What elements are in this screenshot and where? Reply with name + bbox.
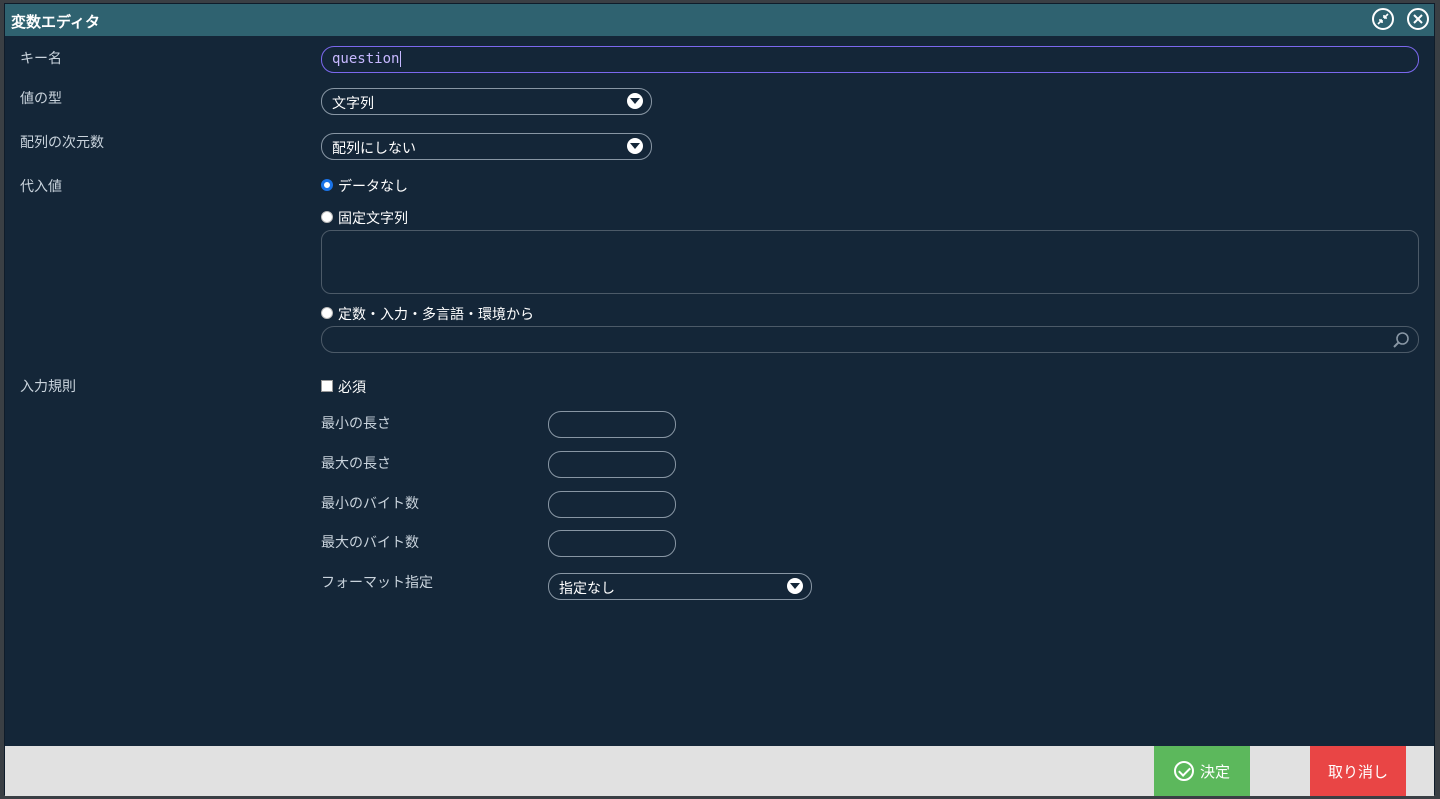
max-bytes-input[interactable] [548, 530, 676, 557]
radio-from-source-label: 定数・入力・多言語・環境から [338, 307, 534, 323]
cancel-button[interactable]: 取り消し [1310, 746, 1406, 796]
array-dim-label: 配列の次元数 [20, 135, 104, 151]
cancel-button-label: 取り消し [1327, 762, 1388, 781]
max-length-label: 最大の長さ [321, 456, 391, 472]
format-select[interactable]: 指定なし [548, 573, 812, 600]
chevron-down-icon [627, 93, 643, 109]
radio-fixed-string-label: 固定文字列 [338, 211, 408, 227]
ok-button[interactable]: 決定 [1154, 746, 1250, 796]
value-type-select[interactable]: 文字列 [321, 88, 652, 115]
text-cursor [400, 51, 402, 67]
radio-from-source[interactable] [321, 307, 333, 319]
array-dim-selected: 配列にしない [332, 141, 416, 157]
source-search-input[interactable] [321, 326, 1419, 353]
min-bytes-label: 最小のバイト数 [321, 496, 419, 512]
max-length-input[interactable] [548, 451, 676, 478]
required-label: 必須 [338, 380, 366, 396]
assign-label: 代入値 [20, 179, 62, 195]
min-bytes-input[interactable] [548, 491, 676, 518]
radio-no-data[interactable] [321, 179, 333, 191]
dialog-footer: 決定 取り消し [5, 746, 1434, 796]
variable-editor-dialog: 変数エディタ キー名 question 値の型 文字列 配列の次元数 配列にしな… [4, 3, 1435, 796]
key-name-label: キー名 [20, 51, 62, 67]
radio-fixed-string[interactable] [321, 211, 333, 223]
format-label: フォーマット指定 [321, 575, 433, 591]
close-icon[interactable] [1407, 8, 1429, 30]
array-dim-select[interactable]: 配列にしない [321, 133, 652, 160]
search-icon[interactable] [1392, 331, 1410, 349]
min-length-label: 最小の長さ [321, 416, 391, 432]
compress-icon[interactable] [1372, 8, 1394, 30]
fixed-string-textarea[interactable] [321, 230, 1419, 294]
input-rules-label: 入力規則 [20, 379, 76, 395]
dialog-titlebar[interactable]: 変数エディタ [5, 4, 1434, 36]
radio-no-data-label: データなし [338, 179, 408, 195]
dialog-title: 変数エディタ [11, 13, 100, 31]
format-selected: 指定なし [559, 581, 615, 597]
dialog-content: キー名 question 値の型 文字列 配列の次元数 配列にしない 代入値 デ… [5, 36, 1434, 746]
key-name-input[interactable]: question [321, 46, 1419, 73]
chevron-down-icon [627, 138, 643, 154]
check-circle-icon [1173, 761, 1194, 781]
value-type-selected: 文字列 [332, 96, 374, 112]
chevron-down-icon [787, 578, 803, 594]
key-name-value: question [332, 51, 400, 67]
value-type-label: 値の型 [20, 91, 62, 107]
max-bytes-label: 最大のバイト数 [321, 535, 419, 551]
min-length-input[interactable] [548, 411, 676, 438]
required-checkbox[interactable] [321, 380, 333, 392]
ok-button-label: 決定 [1199, 762, 1230, 781]
